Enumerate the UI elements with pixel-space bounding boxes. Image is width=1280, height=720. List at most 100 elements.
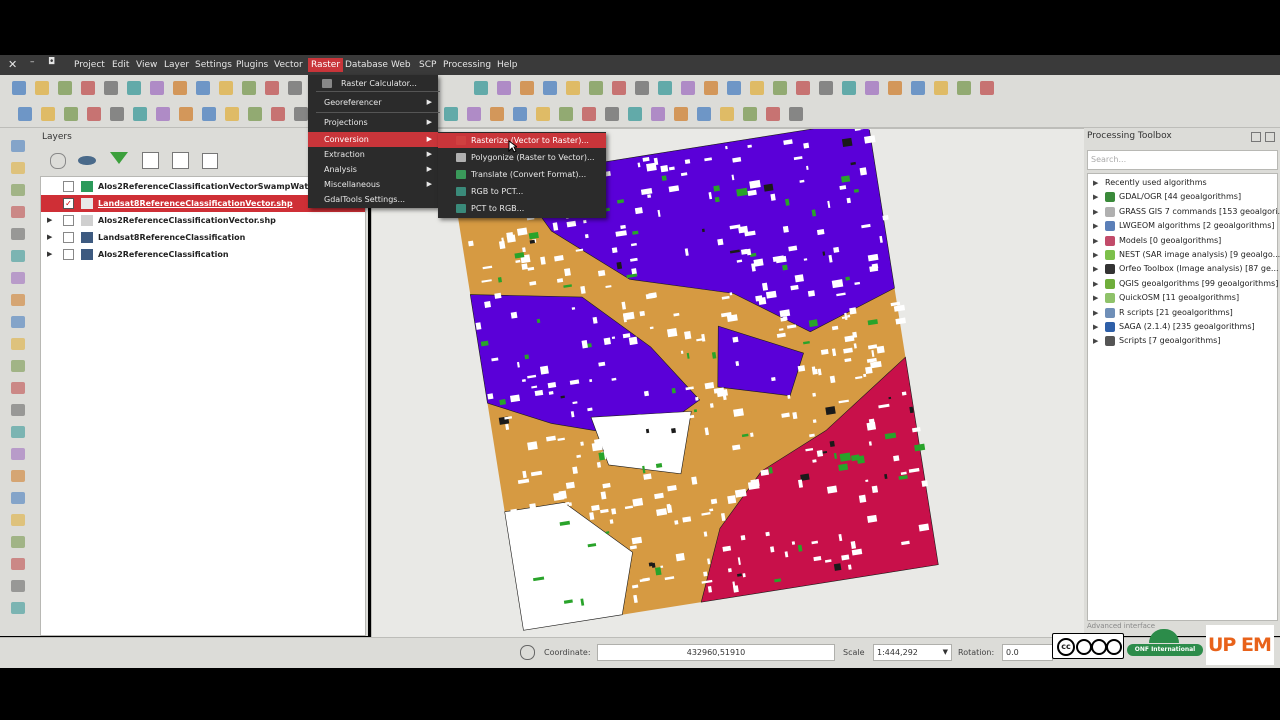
expand-arrow-icon[interactable]: ▶ xyxy=(1093,205,1098,219)
toolbar-tool-icon[interactable] xyxy=(789,107,803,121)
conversion-menu-item[interactable]: Rasterize (Vector to Raster)... xyxy=(438,133,606,148)
digitizing-tool-icon[interactable] xyxy=(11,470,25,482)
digitizing-tool-icon[interactable] xyxy=(11,338,25,350)
raster-menu-item[interactable]: Raster Calculator... xyxy=(308,76,438,91)
digitizing-tool-icon[interactable] xyxy=(11,382,25,394)
digitizing-tool-icon[interactable] xyxy=(11,602,25,614)
layer-visibility-checkbox[interactable] xyxy=(63,232,74,243)
layer-visibility-checkbox[interactable] xyxy=(63,249,74,260)
toolbar-tool-icon[interactable] xyxy=(628,107,642,121)
menu-raster[interactable]: Raster xyxy=(308,58,344,72)
toolbar-tool-icon[interactable] xyxy=(127,81,141,95)
digitizing-tool-icon[interactable] xyxy=(11,536,25,548)
digitizing-tool-icon[interactable] xyxy=(11,448,25,460)
raster-menu-item[interactable]: Miscellaneous ▶ xyxy=(308,177,438,192)
toolbar-tool-icon[interactable] xyxy=(766,107,780,121)
menu-view[interactable]: View xyxy=(133,58,160,72)
raster-menu-item[interactable]: Conversion ▶ xyxy=(308,132,438,147)
toolbar-tool-icon[interactable] xyxy=(582,107,596,121)
processing-search-input[interactable]: Search... xyxy=(1087,150,1278,170)
close-panel-icon[interactable] xyxy=(1265,132,1275,142)
toolbar-tool-icon[interactable] xyxy=(64,107,78,121)
toolbar-tool-icon[interactable] xyxy=(727,81,741,95)
toolbar-tool-icon[interactable] xyxy=(842,81,856,95)
digitizing-tool-icon[interactable] xyxy=(11,294,25,306)
toolbar-tool-icon[interactable] xyxy=(934,81,948,95)
expand-all-icon[interactable] xyxy=(142,152,159,169)
menu-processing[interactable]: Processing xyxy=(440,58,494,72)
toolbar-tool-icon[interactable] xyxy=(589,81,603,95)
menu-project[interactable]: Project xyxy=(71,58,108,72)
toolbar-tool-icon[interactable] xyxy=(957,81,971,95)
toolbar-tool-icon[interactable] xyxy=(704,81,718,95)
layer-visibility-checkbox[interactable] xyxy=(63,215,74,226)
collapse-all-icon[interactable] xyxy=(172,152,189,169)
toolbar-tool-icon[interactable] xyxy=(81,81,95,95)
digitizing-tool-icon[interactable] xyxy=(11,580,25,592)
menu-layer[interactable]: Layer xyxy=(161,58,192,72)
menu-edit[interactable]: Edit xyxy=(109,58,132,72)
toolbar-tool-icon[interactable] xyxy=(612,81,626,95)
toolbar-tool-icon[interactable] xyxy=(513,107,527,121)
menu-vector[interactable]: Vector xyxy=(271,58,306,72)
digitizing-tool-icon[interactable] xyxy=(11,162,25,174)
digitizing-tool-icon[interactable] xyxy=(11,426,25,438)
expand-arrow-icon[interactable]: ▶ xyxy=(1093,306,1098,320)
toolbar-tool-icon[interactable] xyxy=(651,107,665,121)
toolbar-tool-icon[interactable] xyxy=(720,107,734,121)
toolbar-tool-icon[interactable] xyxy=(605,107,619,121)
toolbar-tool-icon[interactable] xyxy=(41,107,55,121)
conversion-menu-item[interactable]: PCT to RGB... xyxy=(438,201,606,216)
toolbar-tool-icon[interactable] xyxy=(58,81,72,95)
menu-web[interactable]: Web xyxy=(388,58,414,72)
toolbar-tool-icon[interactable] xyxy=(750,81,764,95)
toolbar-tool-icon[interactable] xyxy=(35,81,49,95)
raster-menu-item[interactable]: GdalTools Settings... xyxy=(308,192,438,207)
expand-arrow-icon[interactable]: ▶ xyxy=(1093,334,1098,348)
refresh-icon[interactable] xyxy=(50,153,66,169)
digitizing-tool-icon[interactable] xyxy=(11,404,25,416)
conversion-menu-item[interactable]: Polygonize (Raster to Vector)... xyxy=(438,150,606,165)
toolbar-tool-icon[interactable] xyxy=(87,107,101,121)
toolbar-tool-icon[interactable] xyxy=(150,81,164,95)
toolbar-tool-icon[interactable] xyxy=(865,81,879,95)
raster-menu-item[interactable]: Analysis ▶ xyxy=(308,162,438,177)
toolbar-tool-icon[interactable] xyxy=(796,81,810,95)
toolbar-tool-icon[interactable] xyxy=(196,81,210,95)
toolbar-tool-icon[interactable] xyxy=(543,81,557,95)
digitizing-tool-icon[interactable] xyxy=(11,140,25,152)
digitizing-tool-icon[interactable] xyxy=(11,206,25,218)
expand-arrow-icon[interactable]: ▶ xyxy=(1093,219,1098,233)
toolbar-tool-icon[interactable] xyxy=(156,107,170,121)
expand-arrow-icon[interactable]: ▶ xyxy=(1093,277,1098,291)
toolbar-tool-icon[interactable] xyxy=(288,81,302,95)
layer-row[interactable]: ▶ Alos2ReferenceClassificationVector.shp xyxy=(41,212,365,229)
raster-menu-item[interactable]: Extraction ▶ xyxy=(308,147,438,162)
expand-arrow-icon[interactable]: ▶ xyxy=(1093,190,1098,204)
toolbar-tool-icon[interactable] xyxy=(497,81,511,95)
expand-arrow-icon[interactable]: ▶ xyxy=(1093,176,1098,190)
menu-settings[interactable]: Settings xyxy=(192,58,235,72)
menu-plugins[interactable]: Plugins xyxy=(233,58,271,72)
eye-icon[interactable] xyxy=(78,156,96,165)
toolbar-tool-icon[interactable] xyxy=(658,81,672,95)
window-maximize-icon[interactable]: ◘ xyxy=(48,57,55,67)
toolbar-tool-icon[interactable] xyxy=(520,81,534,95)
remove-layer-icon[interactable] xyxy=(202,153,218,169)
toolbar-tool-icon[interactable] xyxy=(490,107,504,121)
layer-row[interactable]: ▶ Landsat8ReferenceClassification xyxy=(41,229,365,246)
window-close-icon[interactable]: ✕ xyxy=(8,58,17,71)
coordinate-toggle-icon[interactable] xyxy=(520,645,535,660)
toolbar-tool-icon[interactable] xyxy=(743,107,757,121)
conversion-menu-item[interactable]: RGB to PCT... xyxy=(438,184,606,199)
expand-arrow-icon[interactable]: ▶ xyxy=(1093,248,1098,262)
toolbar-tool-icon[interactable] xyxy=(559,107,573,121)
digitizing-tool-icon[interactable] xyxy=(11,558,25,570)
expand-arrow-icon[interactable]: ▶ xyxy=(1093,262,1098,276)
digitizing-tool-icon[interactable] xyxy=(11,272,25,284)
digitizing-tool-icon[interactable] xyxy=(11,514,25,526)
toolbar-tool-icon[interactable] xyxy=(635,81,649,95)
menu-database[interactable]: Database xyxy=(342,58,391,72)
expand-arrow-icon[interactable]: ▶ xyxy=(1093,291,1098,305)
toolbar-tool-icon[interactable] xyxy=(12,81,26,95)
